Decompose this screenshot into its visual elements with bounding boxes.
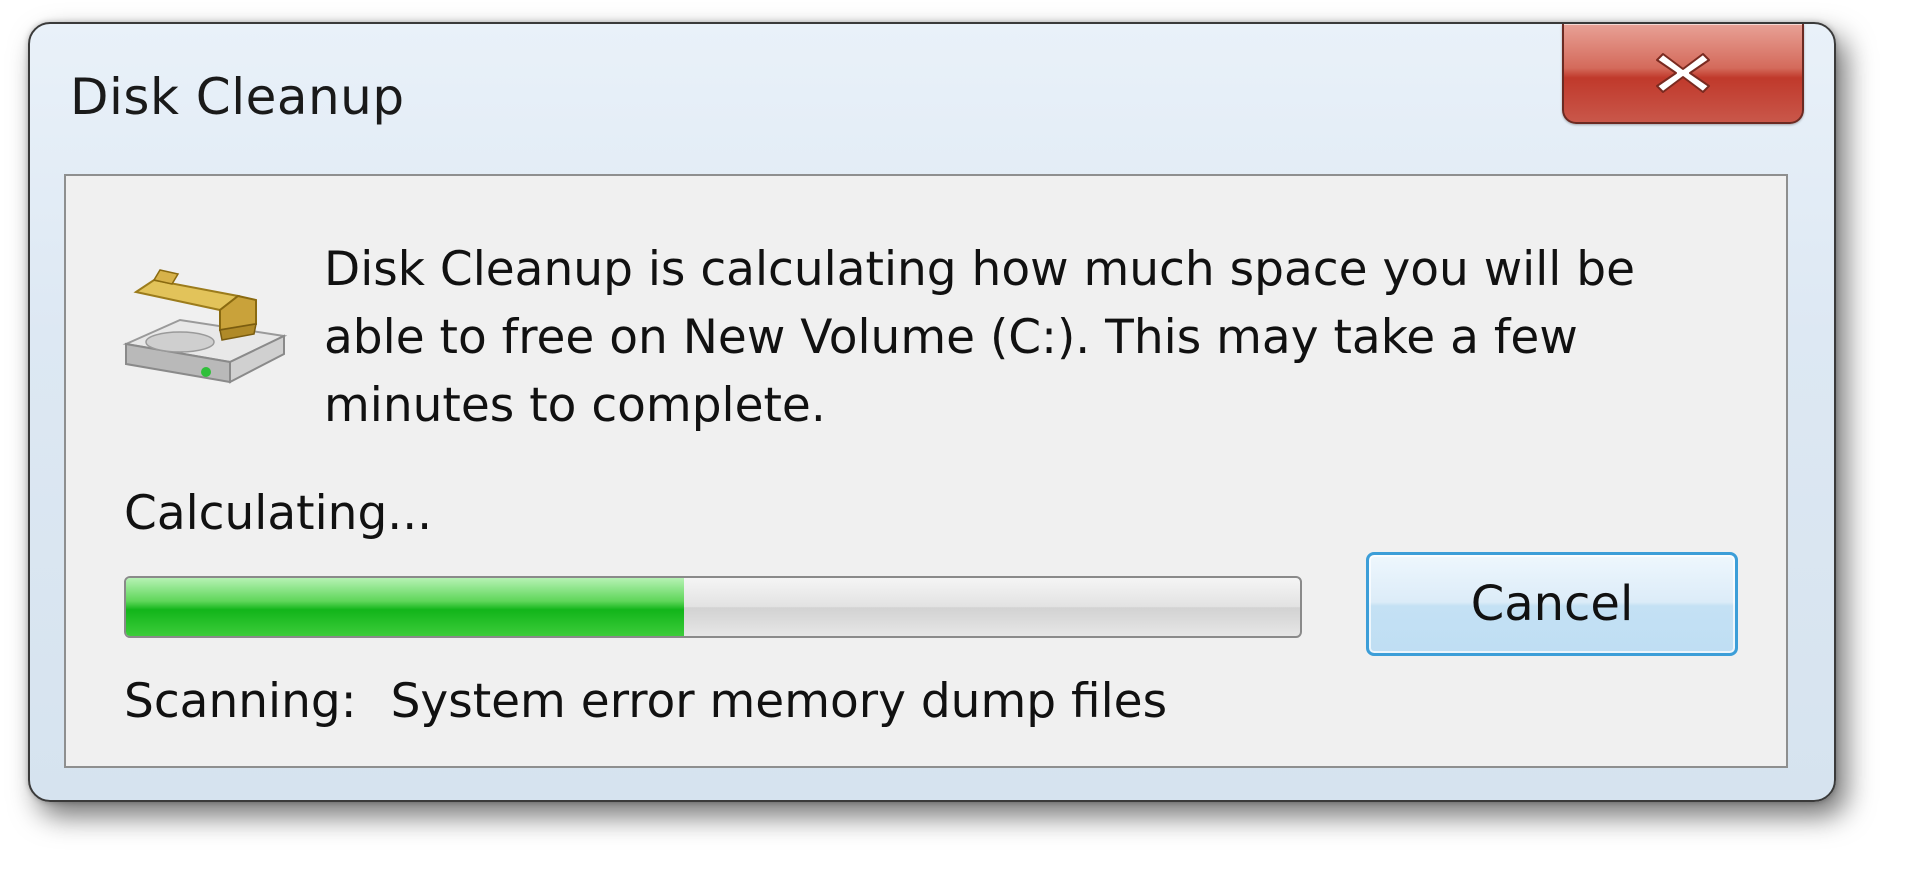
scan-item: System error memory dump files	[390, 674, 1168, 729]
progress-bar	[124, 576, 1302, 638]
cancel-button[interactable]: Cancel	[1366, 552, 1738, 656]
cleanup-message: Disk Cleanup is calculating how much spa…	[324, 242, 1636, 433]
progress-fill	[126, 578, 684, 636]
status-label: Calculating...	[124, 486, 433, 541]
window-title: Disk Cleanup	[70, 68, 405, 126]
scan-status: Scanning: System error memory dump files	[124, 674, 1167, 729]
scan-label: Scanning:	[124, 674, 357, 729]
dialog-body: Disk Cleanup is calculating how much spa…	[64, 174, 1788, 768]
disk-cleanup-dialog: Disk Cleanup Disk Cleanup is calculating…	[28, 22, 1836, 802]
close-button[interactable]	[1562, 24, 1804, 124]
close-x-icon	[1655, 50, 1711, 96]
disk-cleanup-drive-icon	[120, 266, 290, 386]
